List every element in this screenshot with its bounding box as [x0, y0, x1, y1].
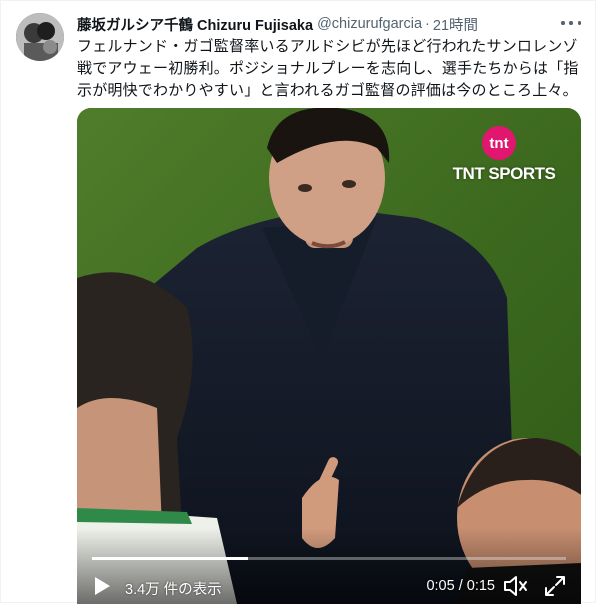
handle[interactable]: @chizurufgarcia	[317, 16, 422, 32]
video-time: 0:05 / 0:15	[426, 578, 495, 594]
tweet-header: 藤坂ガルシア千鶴 Chizuru Fujisaka @chizurufgarci…	[77, 13, 579, 35]
avatar[interactable]	[16, 13, 64, 61]
view-count: 3.4万 件の表示	[125, 582, 222, 598]
fullscreen-icon[interactable]	[543, 574, 567, 598]
tweet-card[interactable]: 藤坂ガルシア千鶴 Chizuru Fujisaka @chizurufgarci…	[0, 0, 596, 604]
video-progress-fill	[92, 557, 249, 560]
tnt-sports-logo: tnt TNT SPORTS	[449, 126, 559, 186]
tweet-text: フェルナンド・ガゴ監督率いるアルドシビが先ほど行われたサンロレンゾ 戦でアウェー…	[77, 36, 585, 102]
tnt-logo-text: TNT SPORTS	[452, 164, 556, 183]
more-options-icon[interactable]	[561, 15, 581, 31]
tweet-text-line: 示が明快でわかりやすい」と言われるガゴ監督の評価は今のところ上々。	[77, 82, 578, 99]
tweet-text-line: フェルナンド・ガゴ監督率いるアルドシビが先ほど行われたサンロレンゾ	[77, 38, 578, 55]
volume-icon[interactable]	[503, 574, 529, 598]
separator-dot: ·	[425, 16, 430, 32]
play-icon[interactable]	[95, 577, 110, 595]
tnt-logo-mark: tnt	[482, 126, 516, 160]
tweet-text-line: 戦でアウェー初勝利。ポジショナルプレーを志向し、選手たちからは「指	[77, 60, 579, 77]
timestamp[interactable]: 21時間	[433, 14, 478, 35]
video-player[interactable]: tnt TNT SPORTS 3.4万 件の表示 0:05 / 0:15	[77, 108, 581, 604]
display-name[interactable]: 藤坂ガルシア千鶴 Chizuru Fujisaka	[77, 14, 313, 35]
video-progress-bar[interactable]	[92, 557, 566, 560]
